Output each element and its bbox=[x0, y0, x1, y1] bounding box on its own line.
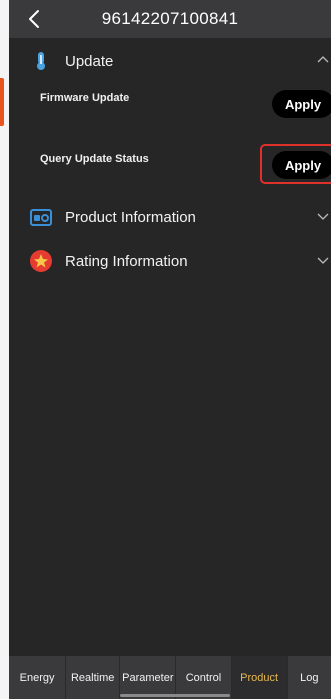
tab-control[interactable]: Control bbox=[176, 656, 232, 699]
product-panel: 96142207100841 Update Firmware Update Ap… bbox=[9, 0, 331, 699]
background-page-accent bbox=[0, 78, 4, 126]
page-title: 96142207100841 bbox=[101, 9, 239, 28]
back-arrow-icon[interactable] bbox=[23, 7, 47, 31]
section-update-label: Update bbox=[65, 52, 114, 70]
bottom-tab-bar: Energy Realtime Parameter Control Produc… bbox=[9, 656, 331, 699]
section-rating-information-label: Rating Information bbox=[65, 252, 188, 270]
home-indicator bbox=[120, 694, 230, 697]
firmware-update-apply-button[interactable]: Apply bbox=[272, 90, 331, 118]
star-icon bbox=[30, 250, 52, 272]
highlight-box bbox=[260, 144, 331, 184]
top-bar: 96142207100841 bbox=[9, 0, 331, 38]
section-product-information[interactable]: Product Information bbox=[9, 197, 331, 237]
tab-energy[interactable]: Energy bbox=[9, 656, 67, 699]
section-rating-information[interactable]: Rating Information bbox=[9, 241, 331, 281]
tab-log[interactable]: Log bbox=[288, 656, 331, 699]
device-icon bbox=[30, 209, 52, 226]
chevron-up-icon[interactable] bbox=[317, 55, 329, 65]
chevron-down-icon[interactable] bbox=[317, 255, 329, 265]
query-update-status-label: Query Update Status bbox=[40, 153, 149, 165]
section-product-information-label: Product Information bbox=[65, 208, 196, 226]
chevron-down-icon[interactable] bbox=[317, 211, 329, 221]
thermometer-icon bbox=[37, 52, 45, 70]
tab-parameter[interactable]: Parameter bbox=[120, 656, 177, 699]
firmware-update-label: Firmware Update bbox=[40, 92, 130, 104]
section-update[interactable]: Update bbox=[9, 41, 331, 81]
tab-realtime[interactable]: Realtime bbox=[66, 656, 121, 699]
tab-product[interactable]: Product bbox=[231, 656, 288, 699]
